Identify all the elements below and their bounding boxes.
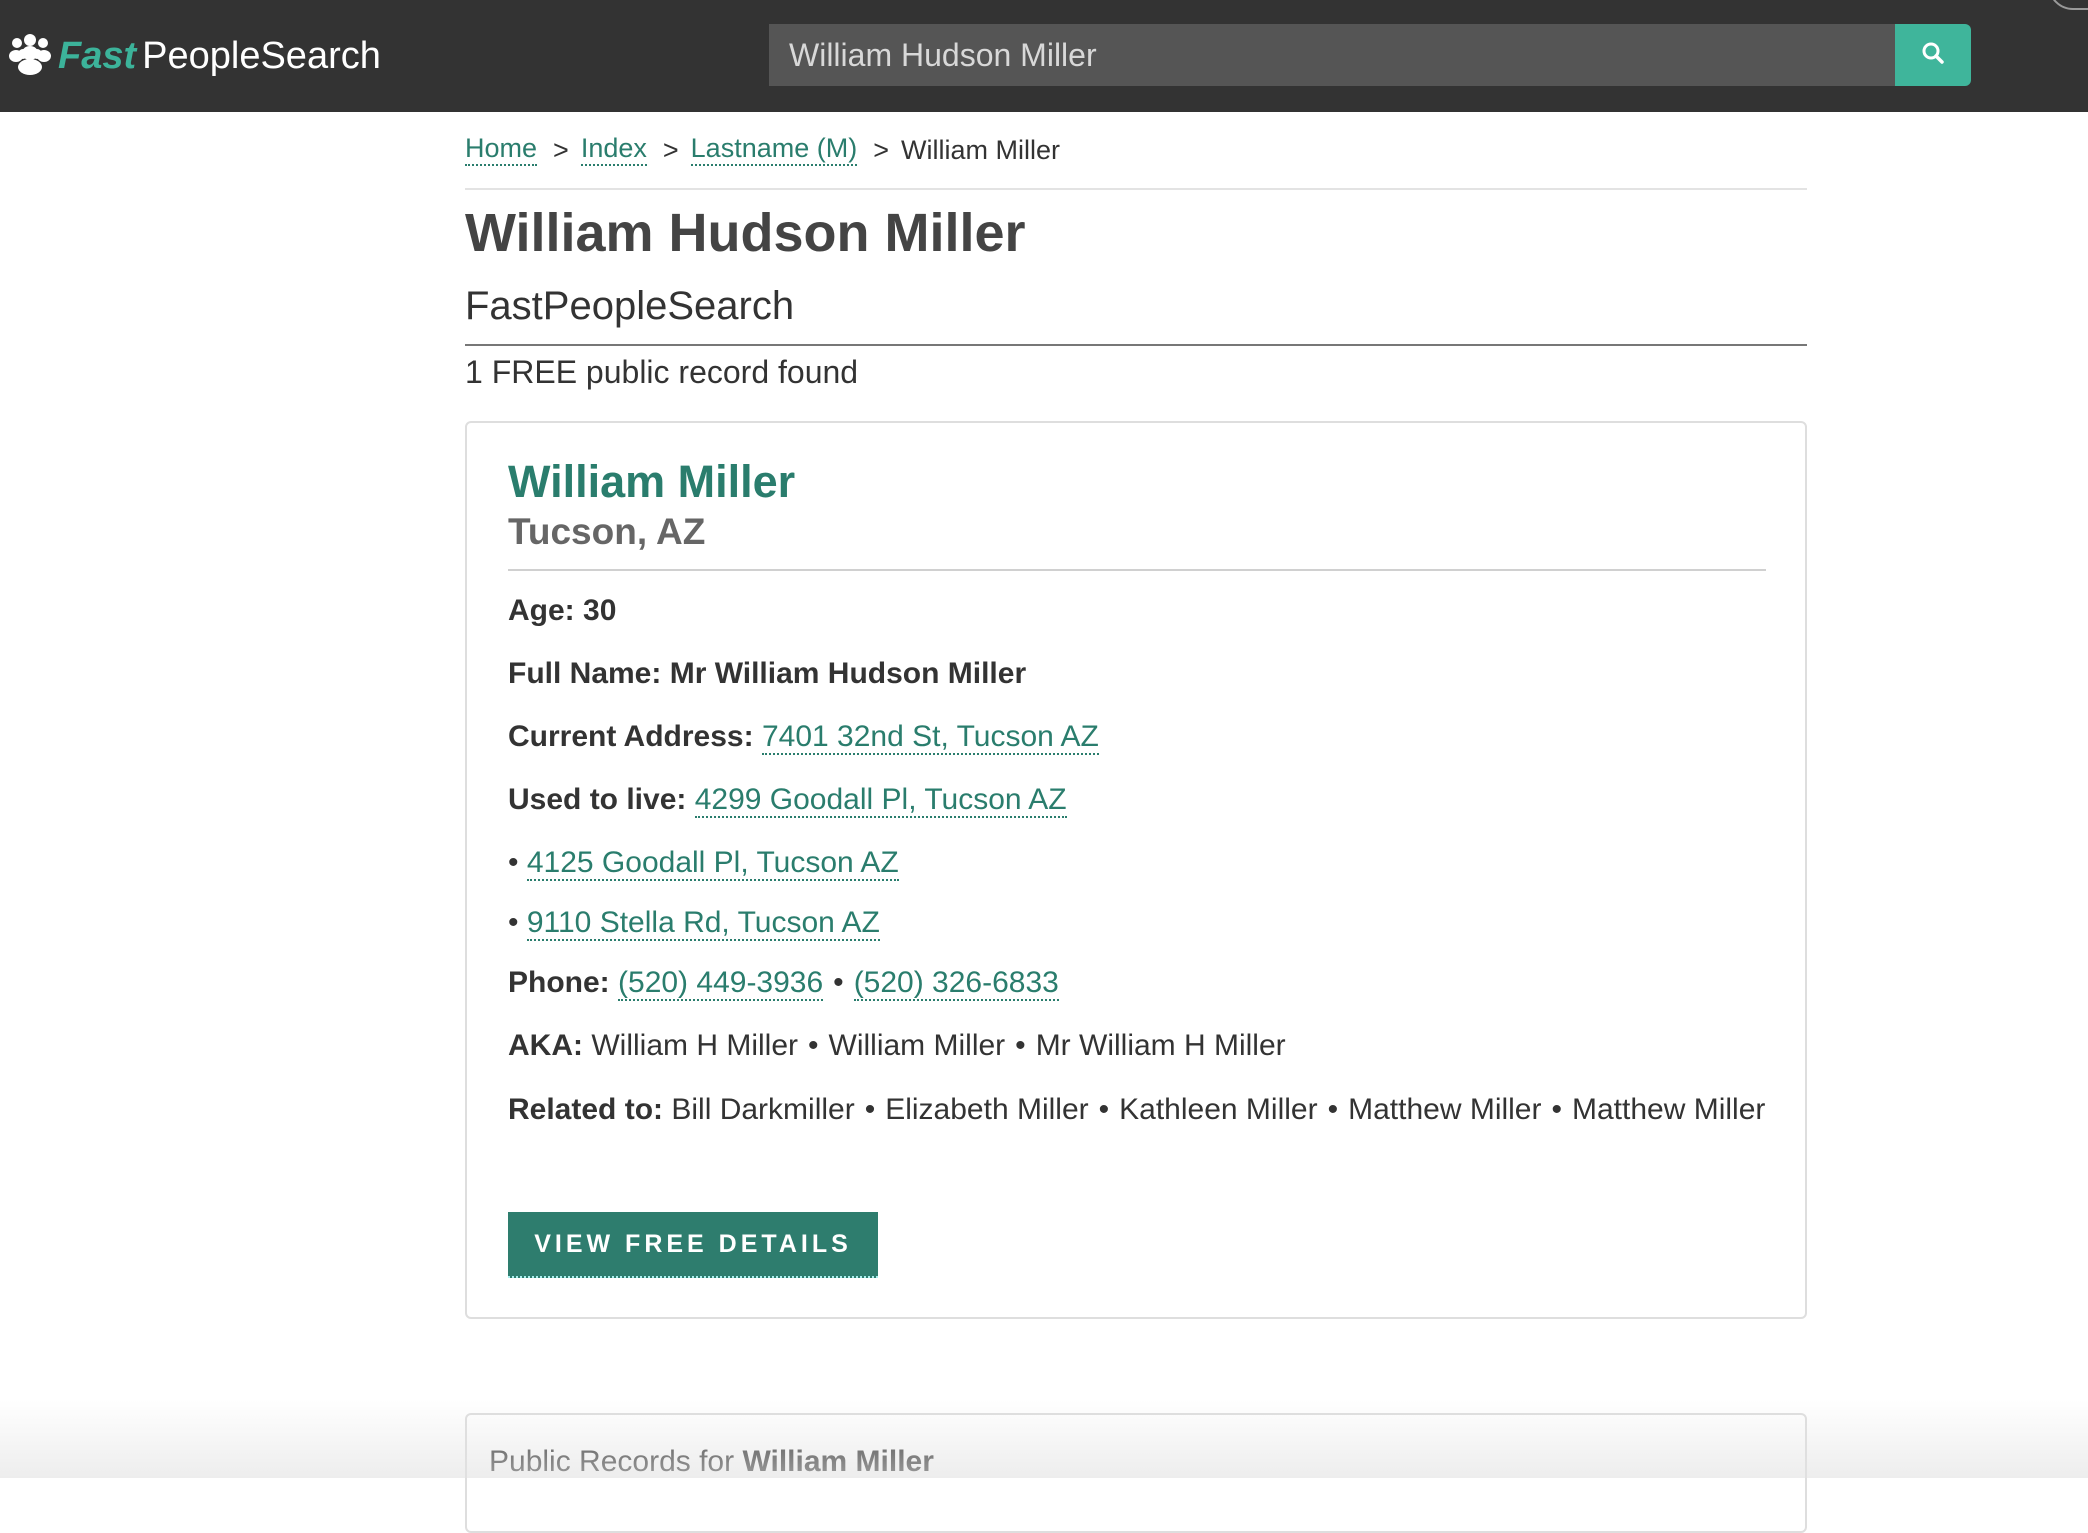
record-count: 1 FREE public record found — [465, 354, 859, 390]
top-navbar: Fast PeopleSearch — [0, 0, 2088, 112]
divider — [465, 344, 1807, 346]
view-free-details-button[interactable]: VIEW FREE DETAILS — [508, 1212, 878, 1278]
related-name: Kathleen Miller — [1119, 1093, 1318, 1126]
breadcrumb-separator: > — [553, 134, 569, 165]
public-records-card: Public Records for William Miller — [465, 1413, 1807, 1533]
current-address-link[interactable]: 7401 32nd St, Tucson AZ — [761, 720, 1099, 755]
page-title: William Hudson Miller — [465, 203, 1026, 263]
breadcrumb-home-link[interactable]: Home — [465, 133, 538, 166]
breadcrumb-index-link[interactable]: Index — [580, 133, 647, 166]
public-records-prefix: Public Records for — [489, 1445, 735, 1478]
bullet: • — [833, 966, 844, 999]
current-address-label: Current Address: — [508, 720, 754, 753]
past-address-link[interactable]: 4299 Goodall Pl, Tucson AZ — [694, 783, 1067, 818]
related-name: Bill Darkmiller — [671, 1093, 855, 1126]
bullet: • — [864, 1093, 876, 1126]
past-address-row: • 4125 Goodall Pl, Tucson AZ — [508, 846, 899, 881]
current-address-row: Current Address: 7401 32nd St, Tucson AZ — [508, 720, 1099, 755]
search-button[interactable] — [1895, 24, 1971, 86]
breadcrumb-lastname-link[interactable]: Lastname (M) — [690, 133, 858, 166]
fullname-label: Full Name: — [508, 657, 662, 690]
bullet: • — [1327, 1093, 1339, 1126]
bullet: • — [808, 1029, 819, 1062]
aka-label: AKA: — [508, 1029, 583, 1062]
breadcrumb-separator: > — [662, 134, 679, 165]
public-records-heading: Public Records for William Miller — [489, 1445, 934, 1479]
bullet: • — [1551, 1093, 1562, 1126]
public-records-name: William Miller — [742, 1445, 934, 1478]
logo-people-text: PeopleSearch — [142, 34, 381, 77]
past-address-row: • 9110 Stella Rd, Tucson AZ — [508, 906, 880, 941]
bullet: • — [508, 906, 519, 939]
logo-fast-text: Fast — [58, 34, 137, 77]
related-name: Matthew Miller — [1572, 1093, 1766, 1126]
past-address-link[interactable]: 4125 Goodall Pl, Tucson AZ — [526, 846, 899, 881]
divider — [508, 569, 1766, 571]
fullname-value: Mr William Hudson Miller — [669, 657, 1027, 690]
bullet: • — [508, 846, 519, 879]
site-logo[interactable]: Fast PeopleSearch — [8, 30, 381, 82]
breadcrumb-current: William Miller — [901, 134, 1060, 165]
age-value: 30 — [583, 594, 617, 627]
age-row: Age: 30 — [508, 594, 616, 628]
related-name: Matthew Miller — [1348, 1093, 1542, 1126]
aka-name: Mr William H Miller — [1035, 1029, 1286, 1062]
aka-name: William H Miller — [591, 1029, 798, 1062]
phone-row: Phone: (520) 449-3936 • (520) 326-6833 — [508, 966, 1059, 1001]
related-label: Related to: — [508, 1093, 664, 1126]
age-label: Age: — [508, 594, 575, 627]
used-to-live-row: Used to live: 4299 Goodall Pl, Tucson AZ — [508, 783, 1067, 818]
record-location: Tucson, AZ — [508, 511, 706, 552]
search-input[interactable] — [769, 24, 1895, 86]
page-subtitle: FastPeopleSearch — [465, 284, 795, 328]
aka-row: AKA: William H Miller • William Miller • Mr … — [508, 1029, 1286, 1063]
divider — [465, 188, 1807, 190]
phone-link[interactable]: (520) 449-3936 — [618, 966, 824, 1001]
bullet: • — [1015, 1029, 1026, 1062]
record-card: William Miller Tucson, AZ Age: 30 Full N… — [465, 421, 1807, 1319]
breadcrumb-separator: > — [873, 134, 889, 165]
related-name: Elizabeth Miller — [885, 1093, 1089, 1126]
aka-name: William Miller — [828, 1029, 1006, 1062]
past-address-link[interactable]: 9110 Stella Rd, Tucson AZ — [526, 906, 880, 941]
corner-decoration — [2048, 0, 2088, 10]
phone-link[interactable]: (520) 326-6833 — [853, 966, 1059, 1001]
fullname-row: Full Name: Mr William Hudson Miller — [508, 657, 1026, 691]
phone-label: Phone: — [508, 966, 610, 999]
record-name[interactable]: William Miller — [508, 456, 795, 508]
people-group-icon — [8, 32, 52, 81]
breadcrumb: Home > Index > Lastname (M) > William Mi… — [465, 130, 1807, 170]
search-icon — [1920, 40, 1946, 71]
bullet: • — [1098, 1093, 1110, 1126]
used-to-live-label: Used to live: — [508, 783, 687, 816]
related-row: Related to: Bill Darkmiller • Elizabeth Mi… — [508, 1078, 1768, 1141]
